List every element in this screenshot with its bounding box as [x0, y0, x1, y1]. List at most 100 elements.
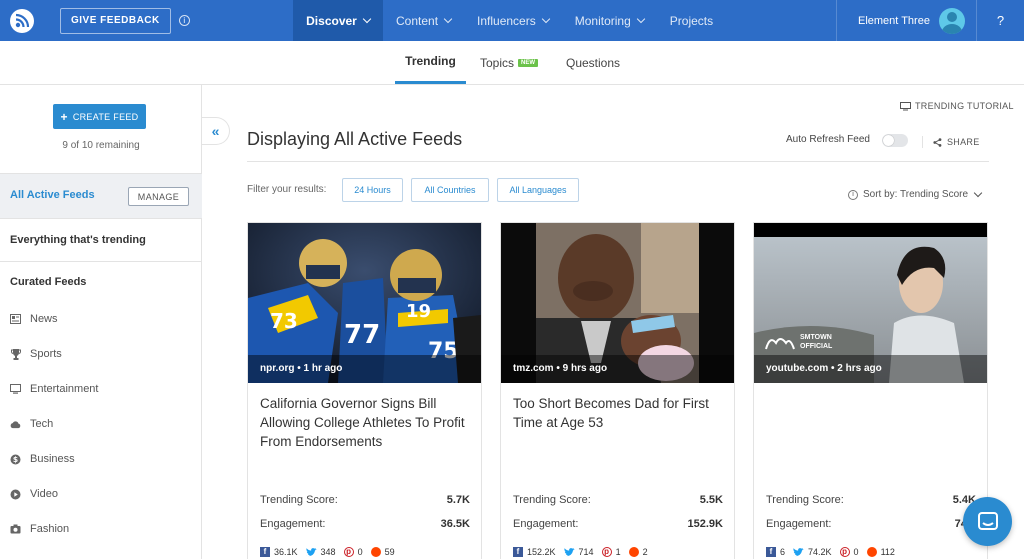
- newspaper-icon: [10, 314, 21, 325]
- trophy-icon: [10, 348, 21, 360]
- sidebar-item-news[interactable]: News: [10, 311, 58, 327]
- feed-card[interactable]: tmz.com • 9 hrs ago Too Short Becomes Da…: [500, 222, 735, 559]
- engagement-value: 152.9K: [687, 518, 723, 530]
- svg-text:19: 19: [406, 301, 431, 322]
- trending-tutorial-link[interactable]: TRENDING TUTORIAL: [900, 101, 1014, 111]
- smtown-logo-icon: [765, 338, 795, 350]
- card-source: npr.org • 1 hr ago: [248, 355, 481, 383]
- sort-label: Sort by: Trending Score: [863, 189, 969, 200]
- card-title[interactable]: Too Short Becomes Dad for First Time at …: [513, 394, 725, 432]
- auto-refresh-label: Auto Refresh Feed: [786, 134, 870, 145]
- article-thumbnail[interactable]: 73 77 19 75 npr.org • 1 hr ago: [248, 223, 481, 383]
- card-title[interactable]: California Governor Signs Bill Allowing …: [260, 394, 472, 451]
- facebook-icon: f: [260, 547, 270, 557]
- chevron-down-icon: [541, 14, 550, 23]
- filter-country-button[interactable]: All Countries: [411, 178, 489, 202]
- trending-tutorial-label: TRENDING TUTORIAL: [915, 101, 1014, 111]
- facebook-count: 152.2K: [527, 547, 556, 557]
- tab-topics[interactable]: Topics NEW: [480, 41, 539, 84]
- sidebar-item-fashion[interactable]: Fashion: [10, 521, 69, 537]
- article-thumbnail[interactable]: tmz.com • 9 hrs ago: [501, 223, 734, 383]
- pinterest-icon: p: [343, 547, 354, 557]
- news-label: News: [30, 313, 58, 325]
- nav-influencers[interactable]: Influencers: [464, 0, 562, 41]
- nav-content[interactable]: Content: [383, 0, 464, 41]
- manage-button[interactable]: MANAGE: [128, 187, 189, 206]
- info-icon[interactable]: i: [178, 15, 190, 26]
- video-label: Video: [30, 488, 58, 500]
- nav-discover[interactable]: Discover: [293, 0, 383, 41]
- sidebar: + CREATE FEED 9 of 10 remaining All Acti…: [0, 85, 202, 559]
- feeds-remaining: 9 of 10 remaining: [62, 140, 140, 151]
- social-stats: f 152.2K 714 p1 2: [513, 547, 656, 557]
- engagement-label: Engagement:: [260, 518, 326, 530]
- trending-score-row: Trending Score: 5.7K: [260, 494, 470, 506]
- engagement-label: Engagement:: [513, 518, 579, 530]
- feed-card[interactable]: SMTOWN OFFICIAL youtube.com • 2 hrs ago …: [753, 222, 988, 559]
- camera-icon: [10, 524, 21, 535]
- engagement-row: Engagement: 74.3: [766, 518, 976, 530]
- nav-content-label: Content: [396, 13, 439, 28]
- entertainment-label: Entertainment: [30, 383, 99, 395]
- give-feedback-button[interactable]: GIVE FEEDBACK: [60, 7, 171, 34]
- sidebar-item-everything-trending[interactable]: Everything that's trending: [0, 219, 202, 262]
- tab-trending-label: Trending: [405, 54, 456, 68]
- reddit-count: 2: [642, 547, 648, 557]
- nav-projects[interactable]: Projects: [657, 0, 726, 41]
- twitter-icon: [563, 547, 575, 556]
- help-button[interactable]: ?: [976, 0, 1024, 41]
- monitor-icon: [10, 384, 21, 395]
- nav-monitoring-label: Monitoring: [574, 13, 631, 28]
- video-thumbnail[interactable]: SMTOWN OFFICIAL youtube.com • 2 hrs ago: [754, 223, 987, 383]
- tech-label: Tech: [30, 418, 54, 430]
- business-label: Business: [30, 453, 75, 465]
- trending-score-label: Trending Score:: [766, 494, 844, 506]
- everything-trending-label: Everything that's trending: [10, 234, 146, 246]
- sidebar-item-tech[interactable]: Tech: [10, 416, 53, 432]
- trending-score-row: Trending Score: 5.5K: [513, 494, 723, 506]
- share-button[interactable]: SHARE: [922, 136, 980, 148]
- sidebar-item-all-active-feeds[interactable]: All Active Feeds MANAGE: [0, 173, 202, 219]
- sidebar-item-sports[interactable]: Sports: [10, 346, 62, 362]
- collapse-sidebar-button[interactable]: «: [202, 117, 230, 145]
- auto-refresh-toggle[interactable]: [882, 134, 908, 147]
- trending-score-row: Trending Score: 5.4K: [766, 494, 976, 506]
- avatar[interactable]: [938, 7, 965, 34]
- pinterest-count: 0: [853, 547, 859, 557]
- nav-monitoring[interactable]: Monitoring: [562, 0, 657, 41]
- monitor-icon: [900, 101, 911, 110]
- tab-questions[interactable]: Questions: [566, 41, 620, 84]
- filter-language-button[interactable]: All Languages: [497, 178, 579, 202]
- engagement-row: Engagement: 36.5K: [260, 518, 470, 530]
- tab-trending[interactable]: Trending: [395, 41, 466, 84]
- new-badge: NEW: [518, 58, 539, 67]
- feed-card[interactable]: 73 77 19 75 npr.org • 1 hr ago Californi…: [247, 222, 482, 559]
- engagement-value: 36.5K: [440, 518, 470, 530]
- sidebar-item-entertainment[interactable]: Entertainment: [10, 381, 98, 397]
- user-menu[interactable]: Element Three: [836, 0, 976, 41]
- tab-topics-label: Topics: [480, 55, 515, 70]
- twitter-icon: [305, 547, 317, 556]
- watermark-text: SMTOWN OFFICIAL: [800, 334, 833, 350]
- facebook-count: 36.1K: [274, 547, 298, 557]
- app-logo-icon[interactable]: [0, 0, 44, 41]
- sidebar-item-business[interactable]: $ Business: [10, 451, 75, 467]
- trending-score-value: 5.5K: [699, 494, 723, 506]
- chat-widget-button[interactable]: [963, 497, 1012, 546]
- pinterest-count: 0: [357, 547, 363, 557]
- twitter-count: 348: [320, 547, 336, 557]
- facebook-icon: f: [766, 547, 776, 557]
- svg-text:$: $: [13, 455, 18, 464]
- sidebar-item-video[interactable]: Video: [10, 486, 58, 502]
- filter-time-button[interactable]: 24 Hours: [342, 178, 403, 202]
- social-stats: f 36.1K 348 p0 59: [260, 547, 403, 557]
- nav-discover-label: Discover: [306, 13, 357, 28]
- svg-text:77: 77: [344, 320, 380, 350]
- card-source: youtube.com • 2 hrs ago: [754, 355, 987, 383]
- sports-label: Sports: [30, 348, 62, 360]
- create-feed-button[interactable]: + CREATE FEED: [53, 104, 146, 129]
- svg-text:73: 73: [270, 309, 298, 333]
- sort-dropdown[interactable]: i Sort by: Trending Score: [848, 188, 983, 200]
- trending-score-value: 5.7K: [446, 494, 470, 506]
- play-icon: [10, 489, 21, 500]
